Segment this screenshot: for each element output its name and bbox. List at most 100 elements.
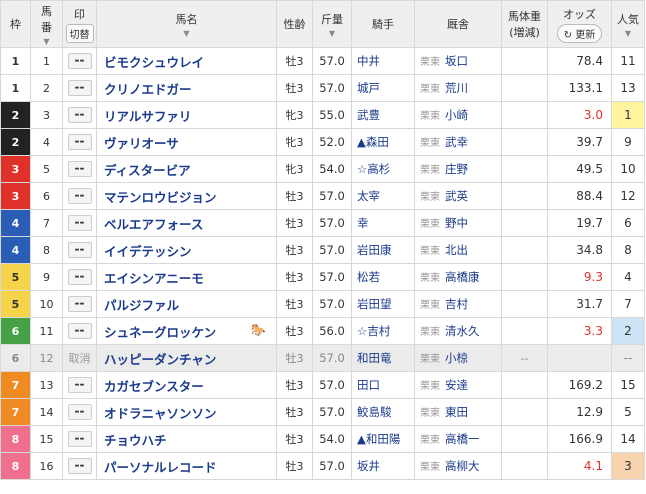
sexage-cell: 牡3: [276, 371, 313, 399]
odds-cell: 19.7: [547, 209, 612, 237]
trainer-link[interactable]: 庄野: [445, 162, 468, 176]
header-jockey: 騎手: [351, 0, 415, 48]
horse-name-link[interactable]: カガセブンスター: [104, 379, 204, 394]
mark-select[interactable]: --: [67, 296, 92, 312]
odds-cell: 88.4: [547, 182, 612, 210]
jockey-link[interactable]: 幸: [357, 216, 369, 230]
horse-name-link[interactable]: オドラニャソンソン: [104, 406, 217, 421]
sort-icon[interactable]: ▼: [612, 29, 644, 38]
umaban-cell: 10: [30, 290, 63, 318]
weight-cell: 57.0: [312, 236, 352, 264]
mark-select[interactable]: --: [67, 107, 92, 123]
popularity-cell: 15: [611, 371, 645, 399]
horse-name-link[interactable]: ハッピーダンチャン: [104, 352, 216, 367]
trainer-link[interactable]: 荒川: [445, 81, 468, 95]
jockey-cell: 太宰: [351, 182, 415, 210]
horse-name-link[interactable]: ヴァリオーサ: [104, 136, 179, 151]
jockey-link[interactable]: 中井: [357, 54, 380, 68]
mark-select[interactable]: --: [67, 404, 92, 420]
mark-select[interactable]: --: [67, 242, 92, 258]
mark-select[interactable]: --: [67, 458, 92, 474]
trainer-link[interactable]: 武英: [445, 189, 468, 203]
jockey-link[interactable]: 田口: [357, 378, 380, 392]
trainer-link[interactable]: 高柳大: [445, 459, 480, 473]
umaban-cell: 4: [30, 128, 63, 156]
mark-select[interactable]: --: [67, 377, 92, 393]
trainer-link[interactable]: 高橋一: [445, 432, 480, 446]
horse-name-cell: ハッピーダンチャン: [96, 344, 277, 372]
waku-cell: 7: [0, 398, 31, 426]
umaban-cell: 8: [30, 236, 63, 264]
jockey-link[interactable]: ▲和田陽: [357, 432, 400, 446]
sort-icon[interactable]: ▼: [97, 29, 276, 38]
horse-name-link[interactable]: シュネーグロッケン: [104, 325, 216, 340]
jockey-link[interactable]: 武豊: [357, 108, 380, 122]
popularity-cell: 7: [611, 290, 645, 318]
mark-select[interactable]: --: [67, 215, 92, 231]
sexage-cell: 牡3: [276, 290, 313, 318]
jockey-link[interactable]: 鮫島駿: [357, 405, 392, 419]
jockey-link[interactable]: ▲森田: [357, 135, 389, 149]
jockey-link[interactable]: 岩田康: [357, 243, 392, 257]
jockey-link[interactable]: 和田竜: [357, 351, 392, 365]
horse-name-link[interactable]: マテンロウビジョン: [104, 190, 217, 205]
mark-select[interactable]: --: [67, 134, 92, 150]
jockey-link[interactable]: 岩田望: [357, 297, 392, 311]
horse-name-cell: パーソナルレコード: [96, 452, 277, 480]
mark-select[interactable]: --: [67, 269, 92, 285]
horse-name-link[interactable]: リアルサファリ: [104, 109, 191, 124]
sexage-cell: 牡3: [276, 263, 313, 291]
horse-name-link[interactable]: チョウハチ: [104, 433, 167, 448]
horse-name-link[interactable]: ビモクシュウレイ: [104, 55, 204, 70]
header-pop[interactable]: 人気 ▼: [611, 0, 645, 48]
horse-name-link[interactable]: クリノエドガー: [104, 82, 192, 97]
jockey-link[interactable]: 城戸: [357, 81, 380, 95]
weight-cell: 57.0: [312, 182, 352, 210]
table-row: 4 8 -- イイデテッシン 牡3 57.0 岩田康 栗東 北出 34.8 8: [0, 236, 645, 264]
waku-cell: 7: [0, 371, 31, 399]
jockey-link[interactable]: 松若: [357, 270, 380, 284]
trainer-link[interactable]: 野中: [445, 216, 468, 230]
header-umaban[interactable]: 馬番 ▼: [30, 0, 63, 48]
mark-select[interactable]: --: [67, 188, 92, 204]
table-row: 4 7 -- ベルエアフォース 牡3 57.0 幸 栗東 野中 19.7 6: [0, 209, 645, 237]
trainer-link[interactable]: 清水久: [445, 324, 480, 338]
jockey-link[interactable]: 坂井: [357, 459, 380, 473]
bodyweight-cell: [501, 155, 548, 183]
jockey-link[interactable]: ☆吉村: [357, 324, 390, 338]
popularity-cell: 5: [611, 398, 645, 426]
mark-select[interactable]: --: [67, 161, 92, 177]
header-weight[interactable]: 斤量 ▼: [312, 0, 352, 48]
header-horse[interactable]: 馬名 ▼: [96, 0, 277, 48]
bodyweight-cell: [501, 101, 548, 129]
trainer-link[interactable]: 安達: [445, 378, 468, 392]
trainer-link[interactable]: 小崎: [445, 108, 468, 122]
table-row: 2 4 -- ヴァリオーサ 牝3 52.0 ▲森田 栗東 武幸 39.7 9: [0, 128, 645, 156]
trainer-link[interactable]: 北出: [445, 243, 468, 257]
horse-name-link[interactable]: ベルエアフォース: [104, 217, 203, 232]
trainer-link[interactable]: 東田: [445, 405, 468, 419]
jockey-link[interactable]: 太宰: [357, 189, 380, 203]
odds-cell: 4.1: [547, 452, 612, 480]
mark-select[interactable]: --: [67, 80, 92, 96]
horse-name-link[interactable]: パーソナルレコード: [104, 460, 217, 475]
horse-name-link[interactable]: ディスタービア: [104, 163, 191, 178]
jockey-link[interactable]: ☆高杉: [357, 162, 390, 176]
horse-name-link[interactable]: パルジファル: [104, 298, 179, 313]
region-label: 栗東: [420, 462, 440, 473]
sort-icon[interactable]: ▼: [313, 29, 351, 38]
sort-icon[interactable]: ▼: [31, 37, 62, 46]
trainer-link[interactable]: 小椋: [445, 351, 468, 365]
mark-select[interactable]: --: [67, 53, 92, 69]
horse-name-link[interactable]: エイシンアニーモ: [104, 271, 204, 286]
mark-toggle-button[interactable]: 切替: [65, 23, 94, 43]
trainer-link[interactable]: 坂口: [445, 54, 468, 68]
trainer-link[interactable]: 武幸: [445, 135, 468, 149]
horse-name-link[interactable]: イイデテッシン: [104, 244, 192, 259]
trainer-link[interactable]: 高橋康: [445, 270, 480, 284]
mark-select[interactable]: --: [67, 323, 92, 339]
mark-select[interactable]: --: [67, 431, 92, 447]
mark-cell: --: [62, 47, 97, 75]
odds-update-button[interactable]: ↻ 更新: [556, 23, 603, 43]
trainer-link[interactable]: 吉村: [445, 297, 468, 311]
